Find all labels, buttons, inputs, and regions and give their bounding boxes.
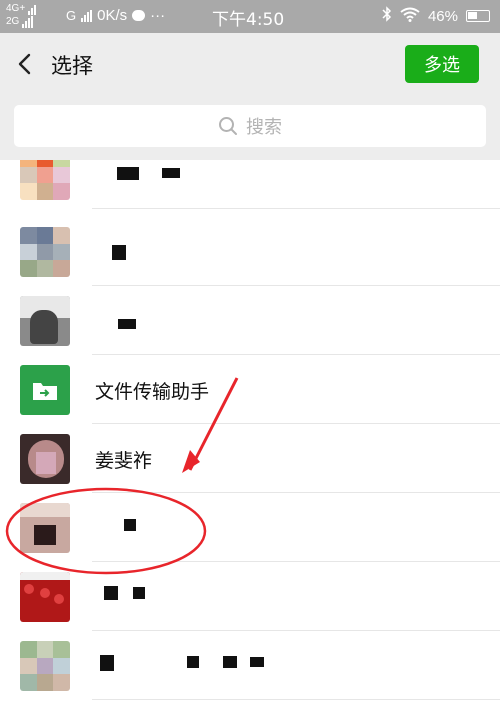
signal-icon [81, 9, 93, 22]
avatar [20, 641, 70, 691]
search-area: 搜索 [0, 95, 500, 160]
chat-bubble-icon [132, 10, 146, 21]
bluetooth-icon [382, 6, 392, 26]
list-item[interactable] [0, 631, 500, 700]
search-placeholder: 搜索 [246, 117, 282, 138]
back-button[interactable] [10, 49, 40, 79]
contact-name: 文件传输助手 [95, 381, 210, 403]
status-bar: 4G+ 2G G 0K/s ··· 下午4:50 46% [0, 0, 500, 33]
avatar [20, 160, 70, 200]
network-4g-label: 4G+ [6, 3, 26, 14]
wifi-icon [400, 7, 420, 26]
network-speed: 0K/s [97, 7, 128, 24]
avatar [20, 296, 70, 346]
battery-icon [466, 10, 490, 22]
battery-percent: 46% [427, 7, 458, 25]
list-item[interactable]: 文件传输助手 [0, 355, 500, 424]
search-input[interactable]: 搜索 [14, 105, 486, 147]
page-title: 选择 [51, 54, 93, 78]
signal-icon [22, 15, 34, 28]
file-transfer-avatar [20, 365, 70, 415]
clock: 下午4:50 [212, 10, 285, 30]
avatar [20, 572, 70, 622]
carrier-label: G [66, 8, 77, 23]
chevron-left-icon [18, 53, 31, 75]
list-item[interactable] [0, 562, 500, 631]
network-2g-label: 2G [6, 16, 20, 27]
contact-name: 姜斐祚 [95, 450, 153, 472]
list-item[interactable] [0, 286, 500, 355]
nav-bar: 选择 多选 [0, 33, 500, 95]
avatar [20, 227, 70, 277]
folder-icon [33, 383, 57, 400]
more-dots: ··· [150, 7, 166, 24]
avatar [20, 434, 70, 484]
network-type: 4G+ 2G [6, 2, 37, 28]
list-item[interactable] [0, 217, 500, 286]
search-icon [219, 117, 237, 135]
list-item[interactable] [0, 160, 500, 209]
signal-icon [28, 3, 37, 15]
contact-list: 文件传输助手 姜斐祚 [0, 160, 500, 711]
multi-select-button[interactable]: 多选 [405, 45, 479, 83]
list-item[interactable] [0, 493, 500, 562]
avatar [20, 503, 70, 553]
list-item[interactable]: 姜斐祚 [0, 424, 500, 493]
